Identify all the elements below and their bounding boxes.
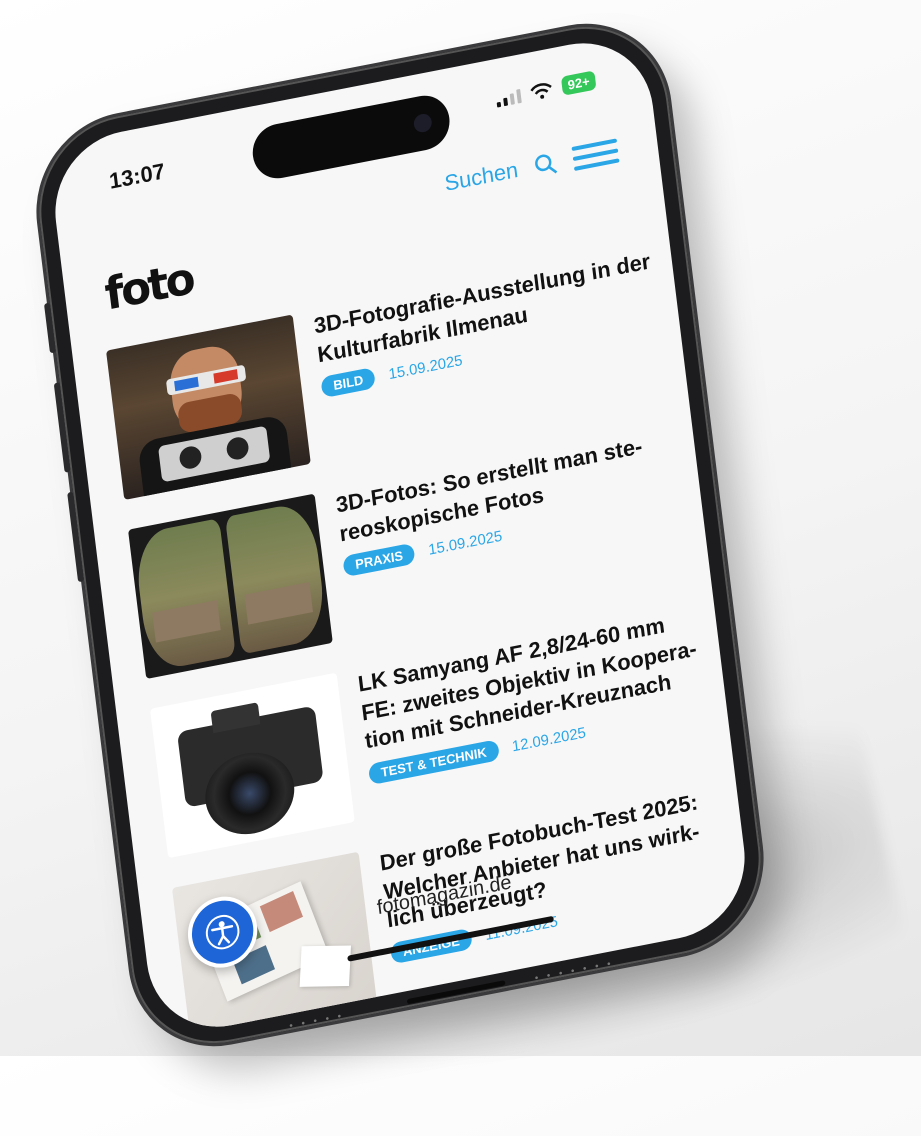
- action-button: [43, 302, 56, 354]
- article-thumbnail[interactable]: [106, 314, 311, 500]
- phone-screen: 13:07 92+ Suchen foto 3D-Fotografie-Auss…: [46, 30, 754, 1040]
- volume-up-button: [53, 382, 71, 473]
- volume-down-button: [67, 491, 85, 583]
- status-time: 13:07: [107, 158, 167, 194]
- category-badge[interactable]: PRAXIS: [342, 542, 416, 578]
- site-logo[interactable]: foto: [102, 253, 195, 321]
- battery-indicator: 92+: [560, 70, 597, 96]
- search-button[interactable]: Suchen: [443, 157, 519, 197]
- dynamic-island: [249, 91, 453, 183]
- article-date: 15.09.2025: [427, 527, 504, 560]
- wifi-icon: [530, 82, 552, 99]
- article-date: 12.09.2025: [511, 724, 587, 756]
- cellular-signal-icon: [495, 86, 522, 108]
- article-thumbnail[interactable]: [149, 672, 355, 859]
- status-icons: 92+: [495, 70, 597, 108]
- search-icon[interactable]: [532, 150, 558, 178]
- article-date: 15.09.2025: [387, 352, 464, 384]
- article-thumbnail[interactable]: [127, 493, 333, 680]
- header-actions: Suchen: [443, 137, 620, 197]
- phone-mockup: 13:07 92+ Suchen foto 3D-Fotografie-Auss…: [29, 11, 771, 1059]
- category-badge[interactable]: BILD: [320, 367, 377, 399]
- phone-body: 13:07 92+ Suchen foto 3D-Fotografie-Auss…: [29, 11, 771, 1059]
- hamburger-menu-icon[interactable]: [571, 138, 620, 172]
